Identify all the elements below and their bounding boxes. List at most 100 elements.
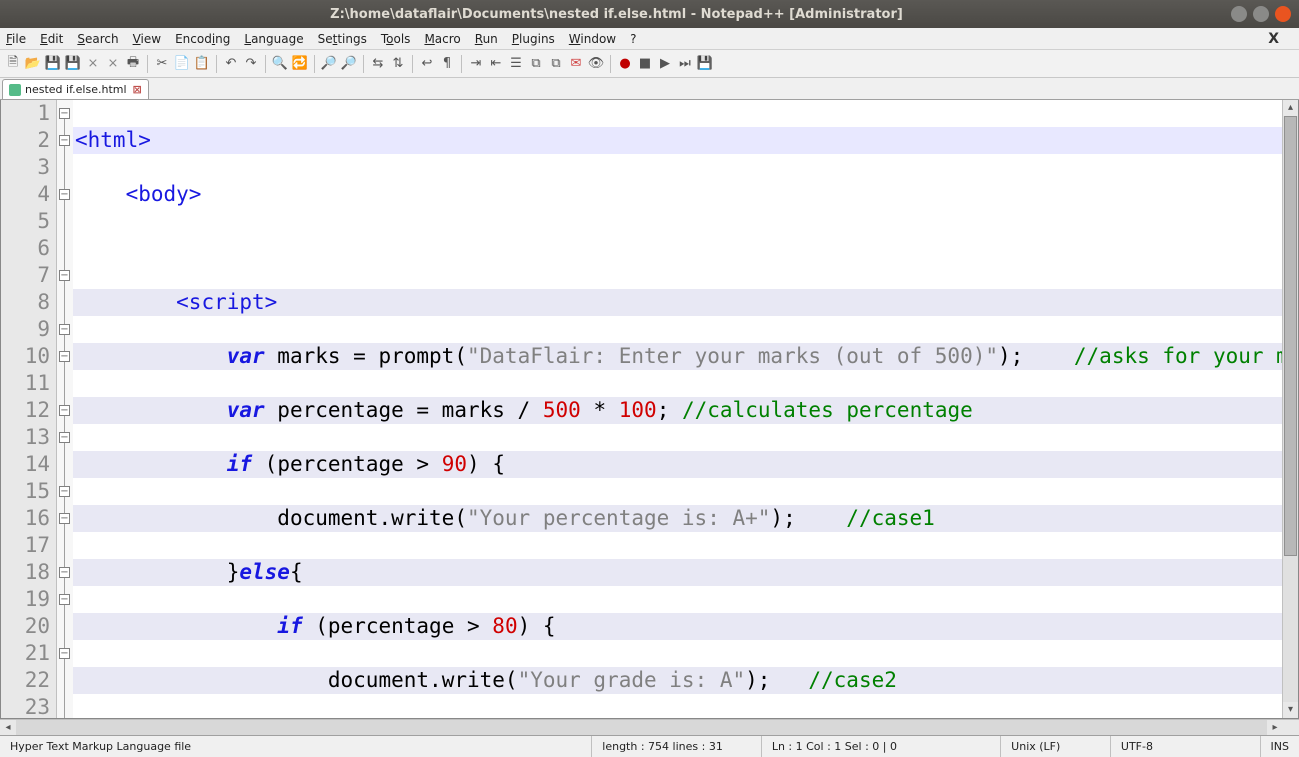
menu-file[interactable]: FFileile	[6, 32, 26, 46]
fold-toggle-icon[interactable]: −	[59, 351, 70, 362]
uncomment-icon[interactable]: ⧉	[547, 55, 565, 73]
replace-icon[interactable]: 🔁	[291, 55, 309, 73]
open-file-icon[interactable]: 📂	[24, 55, 42, 73]
fold-toggle-icon[interactable]: −	[59, 486, 70, 497]
indent-icon[interactable]: ⇥	[467, 55, 485, 73]
menu-view[interactable]: View	[133, 32, 161, 46]
maximize-button[interactable]	[1253, 6, 1269, 22]
line-number: 9	[1, 316, 50, 343]
line-number: 1	[1, 100, 50, 127]
code-line: if (percentage > 80) {	[73, 613, 1282, 640]
fold-toggle-icon[interactable]: −	[59, 270, 70, 281]
line-number: 16	[1, 505, 50, 532]
horizontal-scrollbar[interactable]: ◂ ▸	[0, 719, 1299, 735]
outdent-icon[interactable]: ⇤	[487, 55, 505, 73]
line-number: 13	[1, 424, 50, 451]
code-line: }else{	[73, 559, 1282, 586]
save-icon[interactable]: 💾	[44, 55, 62, 73]
line-number: 17	[1, 532, 50, 559]
stop-icon[interactable]: ■	[636, 55, 654, 73]
fold-toggle-icon[interactable]: −	[59, 189, 70, 200]
show-all-chars-icon[interactable]: ¶	[438, 55, 456, 73]
toolbar-separator	[461, 55, 462, 73]
menu-encoding[interactable]: Encoding	[175, 32, 230, 46]
scroll-corner	[1283, 720, 1299, 735]
sync-v-icon[interactable]: ⇅	[389, 55, 407, 73]
code-line: document.write("Your grade is: A"); //ca…	[73, 667, 1282, 694]
menu-macro[interactable]: Macro	[424, 32, 460, 46]
tab-close-icon[interactable]: ⊠	[133, 83, 142, 96]
scroll-right-icon[interactable]: ▸	[1267, 720, 1283, 735]
fold-toggle-icon[interactable]: −	[59, 324, 70, 335]
menu-plugins[interactable]: Plugins	[512, 32, 555, 46]
scroll-left-icon[interactable]: ◂	[0, 720, 16, 735]
print-icon[interactable]: 🖶	[124, 55, 142, 73]
line-number: 5	[1, 208, 50, 235]
scroll-thumb[interactable]	[1284, 116, 1297, 556]
scroll-up-icon[interactable]: ▴	[1283, 100, 1298, 116]
cut-icon[interactable]: ✂	[153, 55, 171, 73]
menu-search[interactable]: Search	[77, 32, 118, 46]
status-encoding[interactable]: UTF-8	[1111, 736, 1261, 757]
menu-edit[interactable]: Edit	[40, 32, 63, 46]
new-file-icon[interactable]: 🗎	[4, 55, 22, 73]
menu-bar: FFileile Edit Search View Encoding Langu…	[0, 28, 1299, 50]
menu-run[interactable]: Run	[475, 32, 498, 46]
menu-tools[interactable]: Tools	[381, 32, 411, 46]
fold-toggle-icon[interactable]: −	[59, 594, 70, 605]
hscroll-track[interactable]	[16, 720, 1267, 735]
tab-file[interactable]: nested if.else.html ⊠	[2, 79, 149, 99]
fold-toggle-icon[interactable]: −	[59, 567, 70, 578]
menu-window[interactable]: Window	[569, 32, 616, 46]
copy-icon[interactable]: 📄	[173, 55, 191, 73]
minimize-button[interactable]	[1231, 6, 1247, 22]
close-window-button[interactable]	[1275, 6, 1291, 22]
func-list-icon[interactable]: ☰	[507, 55, 525, 73]
fold-column[interactable]: − − − − − − − − − − − − −	[57, 100, 73, 718]
find-icon[interactable]: 🔍	[271, 55, 289, 73]
status-mode[interactable]: INS	[1261, 736, 1299, 757]
undo-icon[interactable]: ↶	[222, 55, 240, 73]
mail-icon[interactable]: ✉	[567, 55, 585, 73]
menu-language[interactable]: Language	[244, 32, 303, 46]
save-macro-icon[interactable]: 💾	[696, 55, 714, 73]
scroll-down-icon[interactable]: ▾	[1283, 702, 1298, 718]
record-icon[interactable]: ●	[616, 55, 634, 73]
redo-icon[interactable]: ↷	[242, 55, 260, 73]
zoom-in-icon[interactable]: 🔎	[320, 55, 338, 73]
menubar-close-icon[interactable]: X	[1268, 31, 1279, 47]
wordwrap-icon[interactable]: ↩	[418, 55, 436, 73]
monitor-icon[interactable]: 👁	[587, 55, 605, 73]
toolbar-separator	[265, 55, 266, 73]
menu-settings[interactable]: Settings	[318, 32, 367, 46]
fold-toggle-icon[interactable]: −	[59, 108, 70, 119]
line-number: 18	[1, 559, 50, 586]
vertical-scrollbar[interactable]: ▴ ▾	[1282, 100, 1298, 718]
line-number-gutter[interactable]: 1 2 3 4 5 6 7 8 9 10 11 12 13 14 15 16 1…	[1, 100, 57, 718]
fold-toggle-icon[interactable]: −	[59, 405, 70, 416]
comment-icon[interactable]: ⧉	[527, 55, 545, 73]
paste-icon[interactable]: 📋	[193, 55, 211, 73]
fold-toggle-icon[interactable]: −	[59, 432, 70, 443]
line-number: 10	[1, 343, 50, 370]
status-eol[interactable]: Unix (LF)	[1001, 736, 1111, 757]
fold-toggle-icon[interactable]: −	[59, 135, 70, 146]
line-number: 21	[1, 640, 50, 667]
fold-toggle-icon[interactable]: −	[59, 648, 70, 659]
close-file-icon[interactable]: ⨯	[84, 55, 102, 73]
code-line: <body>	[73, 181, 1282, 208]
scroll-track[interactable]	[1283, 116, 1298, 702]
save-all-icon[interactable]: 💾	[64, 55, 82, 73]
menu-help[interactable]: ?	[630, 32, 636, 46]
zoom-out-icon[interactable]: 🔎	[340, 55, 358, 73]
code-editor[interactable]: <html> <body> <script> var marks = promp…	[73, 100, 1282, 718]
toolbar-separator	[314, 55, 315, 73]
play-icon[interactable]: ▶	[656, 55, 674, 73]
play-multi-icon[interactable]: ⏭	[676, 55, 694, 73]
close-all-icon[interactable]: ⨯	[104, 55, 122, 73]
sync-icon[interactable]: ⇆	[369, 55, 387, 73]
fold-toggle-icon[interactable]: −	[59, 513, 70, 524]
file-type-icon	[9, 84, 21, 96]
code-line: if (percentage > 90) {	[73, 451, 1282, 478]
line-number: 15	[1, 478, 50, 505]
